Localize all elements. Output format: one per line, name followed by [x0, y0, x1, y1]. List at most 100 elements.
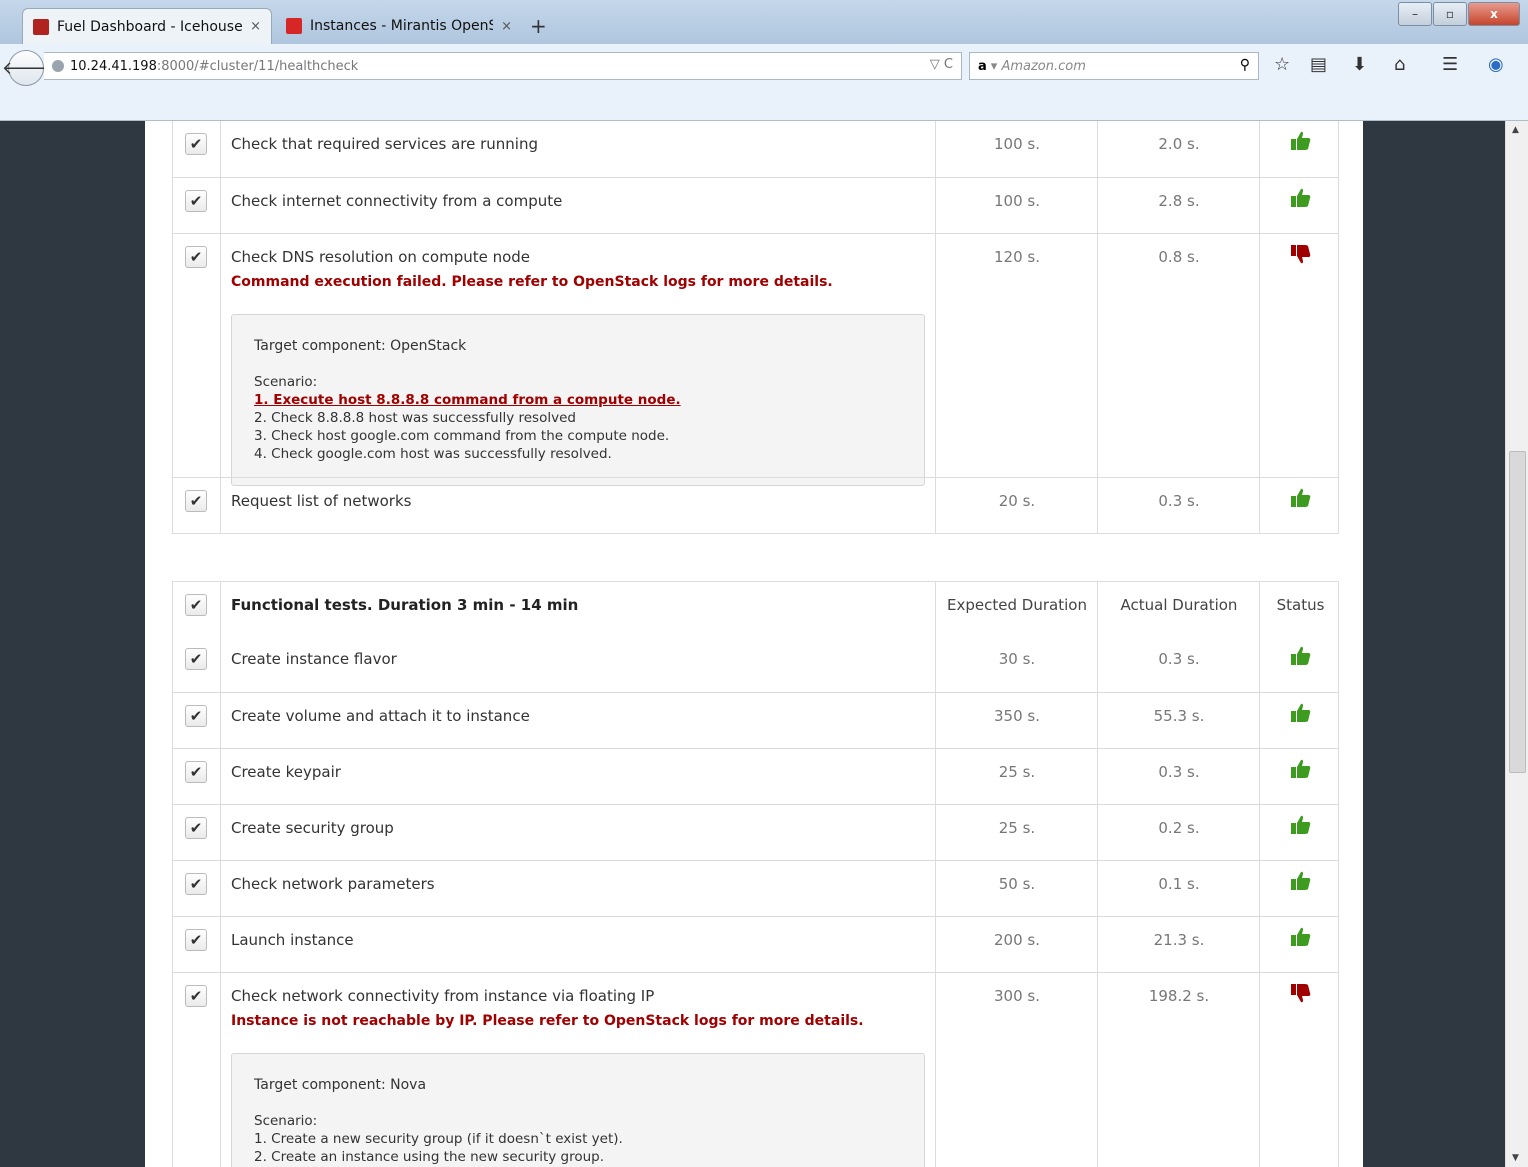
- minimize-button[interactable]: –: [1398, 2, 1432, 26]
- test-checkbox[interactable]: ✔: [185, 648, 207, 670]
- back-button[interactable]: 🡐: [2, 50, 50, 86]
- table-row: ✔ Check DNS resolution on compute node Com…: [173, 233, 1341, 486]
- vertical-scrollbar[interactable]: ▲ ▼: [1505, 121, 1528, 1167]
- test-checkbox[interactable]: ✔: [185, 873, 207, 895]
- error-message: Instance is not reachable by IP. Please …: [231, 1013, 864, 1029]
- status-header: Status: [1276, 596, 1325, 614]
- scenario-step[interactable]: 1. Execute host 8.8.8.8 command from a c…: [254, 391, 902, 409]
- expected-duration: 200 s.: [994, 931, 1040, 949]
- scroll-down-icon[interactable]: ▼: [1512, 1153, 1519, 1163]
- test-name: Check that required services are running: [231, 135, 538, 153]
- table-row: ✔ Create security group 25 s. 0.2 s.: [173, 804, 1338, 860]
- actual-duration: 55.3 s.: [1153, 707, 1205, 725]
- expected-duration: 350 s.: [994, 707, 1040, 725]
- table-row: ✔ Create instance flavor 30 s. 0.3 s.: [173, 636, 1338, 692]
- error-message: Command execution failed. Please refer t…: [231, 274, 833, 290]
- test-checkbox[interactable]: ✔: [185, 985, 207, 1007]
- search-bar[interactable]: a ▾ Amazon.com ⚲: [969, 52, 1259, 80]
- thumbs-up-icon: [1260, 188, 1341, 212]
- maximize-button[interactable]: ▫: [1433, 2, 1467, 26]
- amazon-icon[interactable]: a: [978, 59, 987, 74]
- scenario-step: 3. Check host google.com command from th…: [254, 428, 670, 444]
- actual-duration: 2.0 s.: [1158, 135, 1200, 153]
- site-identity-icon[interactable]: [52, 60, 64, 72]
- search-icon[interactable]: ⚲: [1240, 57, 1250, 73]
- url-path: :8000/#cluster/11/healthcheck: [156, 58, 359, 74]
- expected-duration: 100 s.: [994, 135, 1040, 153]
- close-window-button[interactable]: x: [1468, 2, 1520, 26]
- test-checkbox[interactable]: ✔: [185, 133, 207, 155]
- browser-nav-bar: 🡐 10.24.41.198 :8000/#cluster/11/healthc…: [0, 44, 1528, 121]
- expected-duration: 50 s.: [998, 875, 1036, 893]
- table-row: ✔ Request list of networks 20 s. 0.3 s.: [173, 477, 1338, 533]
- expected-duration: 100 s.: [994, 192, 1040, 210]
- close-tab-icon[interactable]: ×: [501, 19, 512, 34]
- test-description: Target component: Nova Scenario: 1. Create…: [231, 1053, 925, 1167]
- expected-duration: 25 s.: [998, 763, 1036, 781]
- thumbs-up-icon: [1260, 646, 1341, 670]
- scroll-up-icon[interactable]: ▲: [1512, 125, 1519, 135]
- addon-icon[interactable]: ◉: [1488, 54, 1504, 75]
- url-host: 10.24.41.198: [70, 58, 157, 74]
- test-checkbox[interactable]: ✔: [185, 490, 207, 512]
- test-checkbox[interactable]: ✔: [185, 705, 207, 727]
- test-group-table: ✔ Check that required services are runnin…: [172, 121, 1339, 534]
- select-all-checkbox[interactable]: ✔: [185, 594, 207, 616]
- table-row: ✔ Launch instance 200 s. 21.3 s.: [173, 916, 1338, 972]
- test-checkbox[interactable]: ✔: [185, 761, 207, 783]
- target-component: Target component: OpenStack: [254, 338, 467, 354]
- test-name: Launch instance: [231, 931, 354, 949]
- test-name: Request list of networks: [231, 492, 412, 510]
- reload-icon[interactable]: ▽ C: [930, 57, 953, 72]
- test-name: Check network parameters: [231, 875, 435, 893]
- home-icon[interactable]: ⌂: [1394, 54, 1405, 75]
- test-checkbox[interactable]: ✔: [185, 246, 207, 268]
- test-checkbox[interactable]: ✔: [185, 929, 207, 951]
- test-name: Create security group: [231, 819, 394, 837]
- browser-tab-bar: Fuel Dashboard - Icehouse ... × Instance…: [0, 0, 1528, 44]
- back-arrow-icon: 🡐: [1, 57, 51, 79]
- table-row: ✔ Check network parameters 50 s. 0.1 s.: [173, 860, 1338, 916]
- expected-duration: 20 s.: [998, 492, 1036, 510]
- scenario-step: 2. Check 8.8.8.8 host was successfully r…: [254, 410, 576, 426]
- tab-fuel-dashboard[interactable]: Fuel Dashboard - Icehouse ... ×: [22, 8, 272, 44]
- actual-duration: 198.2 s.: [1148, 987, 1210, 1005]
- test-checkbox[interactable]: ✔: [185, 817, 207, 839]
- test-checkbox[interactable]: ✔: [185, 190, 207, 212]
- page-viewport: ✔ Check that required services are runnin…: [0, 121, 1505, 1167]
- test-name: Create keypair: [231, 763, 341, 781]
- bookmark-star-icon[interactable]: ☆: [1274, 54, 1290, 75]
- test-name: Check internet connectivity from a compu…: [231, 192, 563, 210]
- actual-duration: 0.3 s.: [1158, 650, 1200, 668]
- scenario-step: 4. Check google.com host was successfull…: [254, 446, 612, 462]
- downloads-icon[interactable]: ⬇: [1352, 54, 1367, 75]
- expected-duration: 30 s.: [998, 650, 1036, 668]
- thumbs-up-icon: [1260, 703, 1341, 727]
- actual-duration: 0.2 s.: [1158, 819, 1200, 837]
- thumbs-up-icon: [1260, 927, 1341, 951]
- scenario-step: 2. Create an instance using the new secu…: [254, 1149, 605, 1165]
- expected-duration-header: Expected Duration: [947, 596, 1087, 614]
- functional-tests-table: ✔ Functional tests. Duration 3 min - 14 …: [172, 581, 1339, 1167]
- thumbs-up-icon: [1260, 871, 1341, 895]
- bookmarks-menu-icon[interactable]: ▤: [1310, 54, 1327, 75]
- table-row: ✔ Check internet connectivity from a comp…: [173, 177, 1338, 233]
- thumbs-down-icon: [1260, 244, 1341, 268]
- address-bar[interactable]: 10.24.41.198 :8000/#cluster/11/healthche…: [44, 52, 962, 80]
- scenario-step: 1. Create a new security group (if it do…: [254, 1131, 623, 1147]
- fuel-favicon-icon: [33, 18, 49, 35]
- actual-duration: 21.3 s.: [1153, 931, 1205, 949]
- actual-duration-header: Actual Duration: [1120, 596, 1238, 614]
- expected-duration: 25 s.: [998, 819, 1036, 837]
- scrollbar-thumb[interactable]: [1509, 451, 1526, 773]
- tab-instances[interactable]: Instances - Mirantis OpenS... ×: [276, 8, 522, 44]
- close-tab-icon[interactable]: ×: [250, 19, 261, 34]
- thumbs-up-icon: [1260, 759, 1341, 783]
- menu-icon[interactable]: ☰: [1442, 54, 1458, 75]
- actual-duration: 0.8 s.: [1158, 248, 1200, 266]
- thumbs-up-icon: [1260, 815, 1341, 839]
- actual-duration: 0.3 s.: [1158, 763, 1200, 781]
- new-tab-icon[interactable]: +: [530, 14, 547, 38]
- group-title: Functional tests. Duration 3 min - 14 mi…: [231, 596, 579, 614]
- tab-title: Fuel Dashboard - Icehouse ...: [57, 18, 243, 35]
